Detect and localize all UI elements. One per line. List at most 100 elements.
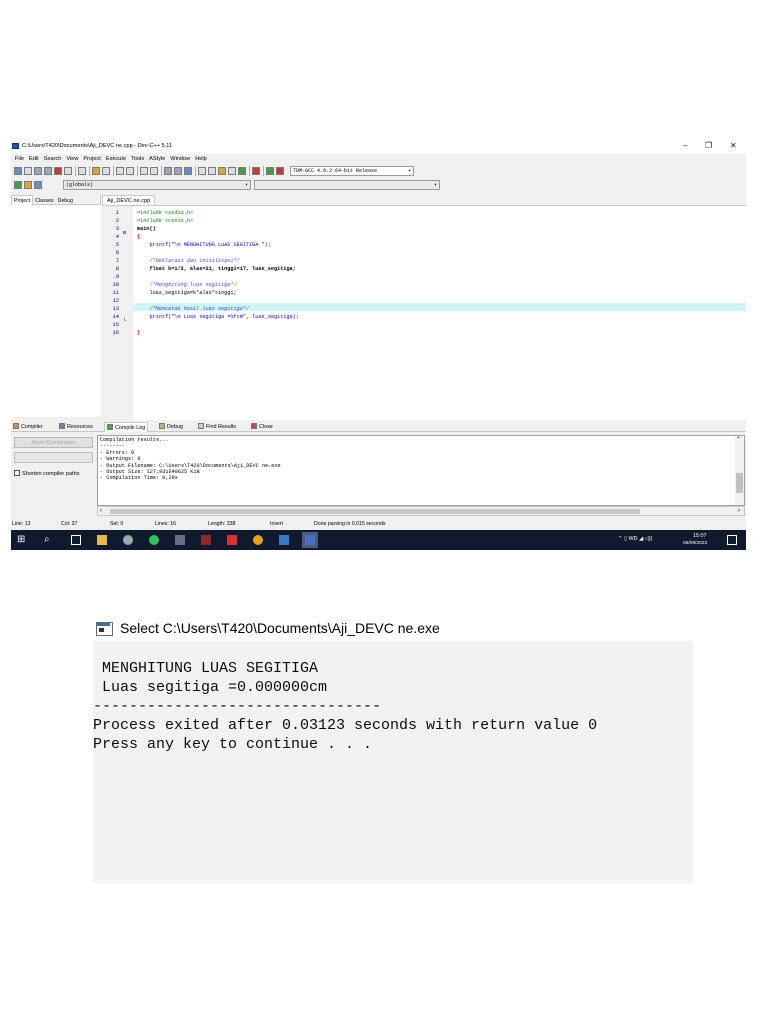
photos-icon[interactable] — [279, 535, 289, 545]
clock-time[interactable]: 15:07 — [693, 533, 707, 539]
line-number: 16 — [112, 330, 119, 336]
fold-minus-icon[interactable]: ⊟ — [123, 230, 126, 236]
tab-find-results[interactable]: Find Results — [198, 422, 236, 432]
status-col: Col: 37 — [61, 521, 78, 527]
code-line[interactable]: #include <conio.h> — [137, 218, 193, 224]
code-line[interactable]: main() — [137, 226, 156, 232]
code-line[interactable]: printf("\n Luas segitiga =%fcm", luas_se… — [137, 314, 298, 320]
log-scroll-thumb[interactable] — [736, 473, 743, 493]
rebuild-icon[interactable] — [228, 167, 236, 175]
code-line[interactable]: #include <stdio.h> — [137, 210, 193, 216]
goto-definition-icon[interactable] — [24, 181, 32, 189]
code-line[interactable]: /*Menghitung luas segitiga*/ — [137, 282, 236, 288]
windows-start-icon[interactable]: ⊞ — [17, 535, 27, 545]
editor-file-tab[interactable]: Aji_DEVC ne.cpp — [102, 195, 156, 205]
compile-run-icon[interactable] — [218, 167, 226, 175]
compile-icon[interactable] — [198, 167, 206, 175]
menu-file[interactable]: File — [15, 154, 24, 164]
code-line[interactable]: } — [137, 330, 140, 336]
scroll-up-icon[interactable]: ⌃ — [736, 436, 741, 443]
save-icon[interactable] — [34, 167, 42, 175]
main-toolbar: TDM-GCC 4.9.2 64-bit Release ▾ — [11, 165, 746, 178]
run-icon[interactable] — [208, 167, 216, 175]
menu-tools[interactable]: Tools — [131, 154, 144, 164]
goto-declaration-icon[interactable] — [14, 181, 22, 189]
indent-icon[interactable] — [140, 167, 148, 175]
tab-close[interactable]: Close — [251, 422, 273, 432]
stack-app-icon[interactable] — [175, 535, 185, 545]
stop-icon[interactable] — [252, 167, 260, 175]
menu-execute[interactable]: Execute — [106, 154, 126, 164]
code-line[interactable]: { — [137, 234, 140, 240]
console-output[interactable]: MENGHITUNG LUAS SEGITIGA Luas segitiga =… — [93, 641, 693, 883]
tab-compile-log[interactable]: Compile Log — [104, 422, 149, 432]
code-line[interactable]: /*Mencetak hasil luas segitiga*/ — [137, 306, 249, 312]
task-view-icon[interactable] — [71, 535, 81, 545]
menu-edit[interactable]: Edit — [29, 154, 39, 164]
profile-chart-icon[interactable] — [266, 167, 274, 175]
tab-debug-bottom[interactable]: Debug — [159, 422, 183, 432]
tab-compiler[interactable]: Compiler — [13, 422, 43, 432]
code-line[interactable]: /*Deklarasi dan inisilisasi*/ — [137, 258, 239, 264]
new-file-icon[interactable] — [14, 167, 22, 175]
code-line[interactable]: float k=1/2, alas=21, tinggi=17, luas_se… — [137, 266, 295, 272]
log-horizontal-scrollbar[interactable]: ‹ › — [97, 506, 745, 516]
system-tray-icons[interactable]: ⌃ ▯ WD ◢ ◁)) — [618, 536, 652, 542]
abort-compilation-button[interactable]: Abort Compilation — [14, 437, 93, 448]
pen-app-icon[interactable] — [123, 535, 133, 545]
media-app-icon[interactable] — [201, 535, 211, 545]
file-explorer-icon[interactable] — [97, 535, 107, 545]
tab-compile-log-label: Compile Log — [115, 425, 146, 431]
scroll-left-icon[interactable]: ‹ — [100, 507, 102, 515]
menu-project[interactable]: Project — [83, 154, 100, 164]
project-tree[interactable] — [11, 205, 101, 417]
shorten-paths-checkbox[interactable]: Shorten compiler paths — [14, 470, 80, 477]
close-file-icon[interactable] — [54, 167, 62, 175]
code-line[interactable]: luas_segitiga=k*alas*tinggi; — [137, 290, 236, 296]
bookmark-icon[interactable] — [184, 167, 192, 175]
menu-astyle[interactable]: AStyle — [149, 154, 165, 164]
search-icon[interactable]: ⌕ — [44, 535, 54, 545]
check-syntax-icon[interactable] — [238, 167, 246, 175]
close-all-icon[interactable] — [64, 167, 72, 175]
print-icon[interactable] — [78, 167, 86, 175]
open-file-icon[interactable] — [24, 167, 32, 175]
minimize-button[interactable]: – — [683, 141, 687, 150]
redo-icon[interactable] — [102, 167, 110, 175]
close-window-button[interactable]: ✕ — [730, 141, 737, 150]
editor-body[interactable]: ⊟ └ 1 #include <stdio.h> 2 #include <conio.… — [102, 205, 746, 421]
back-icon[interactable] — [164, 167, 172, 175]
menu-help[interactable]: Help — [195, 154, 207, 164]
unindent-icon[interactable] — [150, 167, 158, 175]
log-vertical-scrollbar[interactable]: ⌃ — [735, 436, 744, 505]
devcpp-taskbar-icon[interactable] — [302, 532, 318, 548]
code-line[interactable]: printf("\n MENGHITUNG LUAS SEGITIGA "); — [137, 242, 270, 248]
class-scope-value: (globals) — [66, 182, 94, 188]
compiler-select[interactable]: TDM-GCC 4.9.2 64-bit Release ▾ — [290, 166, 414, 176]
menu-search[interactable]: Search — [44, 154, 62, 164]
whatsapp-icon[interactable] — [149, 535, 159, 545]
menu-window[interactable]: Window — [170, 154, 190, 164]
class-scope-select[interactable]: (globals) ▾ — [63, 180, 251, 190]
status-line: Line: 13 — [12, 521, 31, 527]
adobe-icon[interactable] — [227, 535, 237, 545]
clock-date[interactable]: 06/09/2023 — [683, 541, 707, 546]
debug-icon[interactable] — [276, 167, 284, 175]
devcpp-app-icon — [12, 143, 19, 149]
log-hscroll-thumb[interactable] — [110, 509, 640, 514]
member-select[interactable]: ▾ — [254, 180, 440, 190]
menu-view[interactable]: View — [66, 154, 78, 164]
compile-log-chart-icon — [107, 424, 113, 430]
save-all-icon[interactable] — [44, 167, 52, 175]
forward-icon[interactable] — [174, 167, 182, 175]
undo-icon[interactable] — [92, 167, 100, 175]
replace-icon[interactable] — [126, 167, 134, 175]
compile-log-output[interactable]: Compilation results... -------- - Errors: … — [97, 435, 745, 506]
chrome-icon[interactable] — [253, 535, 263, 545]
find-icon[interactable] — [116, 167, 124, 175]
insert-icon[interactable] — [34, 181, 42, 189]
scroll-right-icon[interactable]: › — [738, 507, 740, 515]
notification-icon[interactable] — [727, 535, 737, 545]
maximize-button[interactable]: ❐ — [705, 141, 712, 150]
tab-resources[interactable]: Resources — [59, 422, 93, 432]
